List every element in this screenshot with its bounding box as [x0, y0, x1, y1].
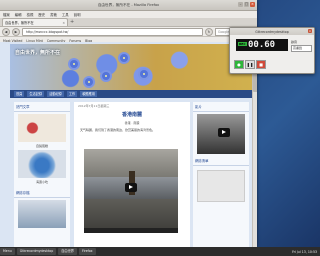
back-button[interactable]: ◀ — [2, 27, 10, 36]
audio-option-label: 錄音 — [291, 40, 298, 44]
menubar: 檔案 編輯 檢視 歷史 書籤 工具 說明 — [0, 11, 257, 18]
blog-nav-software[interactable]: 軟體應用 — [80, 91, 97, 97]
blog-nav-work[interactable]: 工作 — [66, 91, 78, 97]
menu-history[interactable]: 歷史 — [38, 12, 45, 17]
menu-file[interactable]: 檔案 — [3, 12, 10, 17]
popular-post-caption[interactable]: 自製蛋糕 — [14, 144, 70, 148]
minimize-button[interactable]: – — [238, 2, 243, 7]
recorder-widget: Gtkrecordmydesktop × 00.60 REC 錄音 高畫質 ● … — [229, 27, 315, 74]
popular-post-image[interactable] — [18, 114, 66, 142]
blog-nav: 首頁 生活記錄 活動紀錄 工作 軟體應用 — [10, 90, 256, 98]
firefox-window: 自由世界，無所不在 - Mozilla Firefox – □ × 檔案 編輯 … — [0, 0, 257, 247]
play-icon[interactable] — [125, 183, 137, 192]
tab-label: 自由世界，無所不在 — [5, 21, 34, 25]
menu-bookmarks[interactable]: 書籤 — [50, 12, 57, 17]
start-menu-button[interactable]: Menu — [0, 248, 15, 255]
archive-image[interactable] — [18, 200, 66, 228]
video-thumbnail[interactable] — [197, 114, 245, 154]
popular-post-caption[interactable]: 海邊小吃 — [14, 180, 70, 184]
navigation-bar: ◀ ▶ http://mzcccc.blogspot.tw/ ↻ Google — [0, 27, 257, 37]
blog-list-box — [197, 170, 245, 202]
menu-view[interactable]: 檢視 — [27, 12, 34, 17]
taskbar: Menu Gtkrecordmydesktop 自由世界 Firefox Fri… — [0, 247, 320, 256]
flower-image — [140, 70, 148, 78]
window-titlebar[interactable]: 自由世界，無所不在 - Mozilla Firefox – □ × — [0, 0, 257, 11]
tab-close-icon[interactable]: × — [62, 21, 65, 25]
recorder-close-icon[interactable]: × — [308, 29, 312, 33]
video-player[interactable] — [84, 149, 178, 233]
taskbar-item-recorder[interactable]: Gtkrecordmydesktop — [16, 248, 57, 255]
post-text: 天气晴朗，我们到了香港的南边，欣赏美丽的海湾景色。 — [80, 128, 156, 132]
quality-select[interactable]: 高畫質 — [291, 45, 312, 52]
recorder-titlebar[interactable]: Gtkrecordmydesktop × — [230, 28, 314, 35]
archive-title: 網誌存檔 — [14, 188, 70, 198]
right-sidebar: 影片 網誌清單 — [193, 102, 249, 247]
flower-image — [85, 78, 93, 86]
menu-edit[interactable]: 編輯 — [15, 12, 22, 17]
blog-nav-activity[interactable]: 活動紀錄 — [47, 91, 64, 97]
taskbar-item-firefox[interactable]: Firefox — [78, 248, 96, 255]
flower-image — [102, 72, 110, 80]
left-sidebar: 熱門文章 自製蛋糕 海邊小吃 網誌存檔 — [14, 102, 70, 247]
video-controls[interactable] — [84, 228, 178, 233]
url-input[interactable]: http://mzcccc.blogspot.tw/ — [22, 27, 203, 36]
flower-image — [120, 54, 128, 62]
clock: Fri Jul 13, 10:53 — [292, 249, 317, 254]
tab-blog[interactable]: 自由世界，無所不在 × — [2, 18, 68, 26]
blog-post: 2012年7月11日星期三 香港南麓 香港 · 南麓 天气晴朗，我们到了香港的南… — [74, 102, 190, 247]
record-button[interactable]: ● — [234, 60, 244, 69]
taskbar-item-blog[interactable]: 自由世界 — [58, 248, 77, 255]
pause-button[interactable]: ❚❚ — [245, 60, 255, 69]
close-button[interactable]: × — [250, 2, 255, 7]
right-section-title: 影片 — [193, 102, 249, 112]
forward-button[interactable]: ▶ — [12, 27, 20, 36]
blog-banner: 自由世界，無所不在 — [10, 44, 252, 90]
rec-indicator: REC — [238, 42, 247, 46]
post-date: 2012年7月11日星期三 — [78, 104, 110, 108]
page-content: 自由世界，無所不在 首頁 生活記錄 活動紀錄 工作 軟體應用 熱門文章 自製蛋糕… — [0, 42, 257, 247]
tab-bar: 自由世界，無所不在 × + — [0, 18, 257, 27]
blog-list-title: 網誌清單 — [193, 156, 249, 166]
menu-help[interactable]: 說明 — [74, 12, 81, 17]
recorder-controls: ● ❚❚ ■ — [234, 60, 266, 69]
stop-button[interactable]: ■ — [256, 60, 266, 69]
blog-nav-life[interactable]: 生活記錄 — [27, 91, 45, 97]
play-icon[interactable] — [218, 128, 230, 137]
new-tab-button[interactable]: + — [70, 19, 74, 26]
post-title[interactable]: 香港南麓 — [74, 111, 190, 118]
window-title: 自由世界，無所不在 - Mozilla Firefox — [97, 2, 160, 7]
recorder-title: Gtkrecordmydesktop — [255, 29, 289, 34]
popular-post-image[interactable] — [18, 150, 66, 178]
blog-title[interactable]: 自由世界，無所不在 — [15, 49, 60, 56]
reload-button[interactable]: ↻ — [205, 27, 213, 36]
menu-tools[interactable]: 工具 — [62, 12, 69, 17]
left-section-title: 熱門文章 — [14, 102, 70, 112]
flower-image — [70, 60, 78, 68]
maximize-button[interactable]: □ — [244, 2, 249, 7]
blog-nav-home[interactable]: 首頁 — [14, 91, 25, 97]
